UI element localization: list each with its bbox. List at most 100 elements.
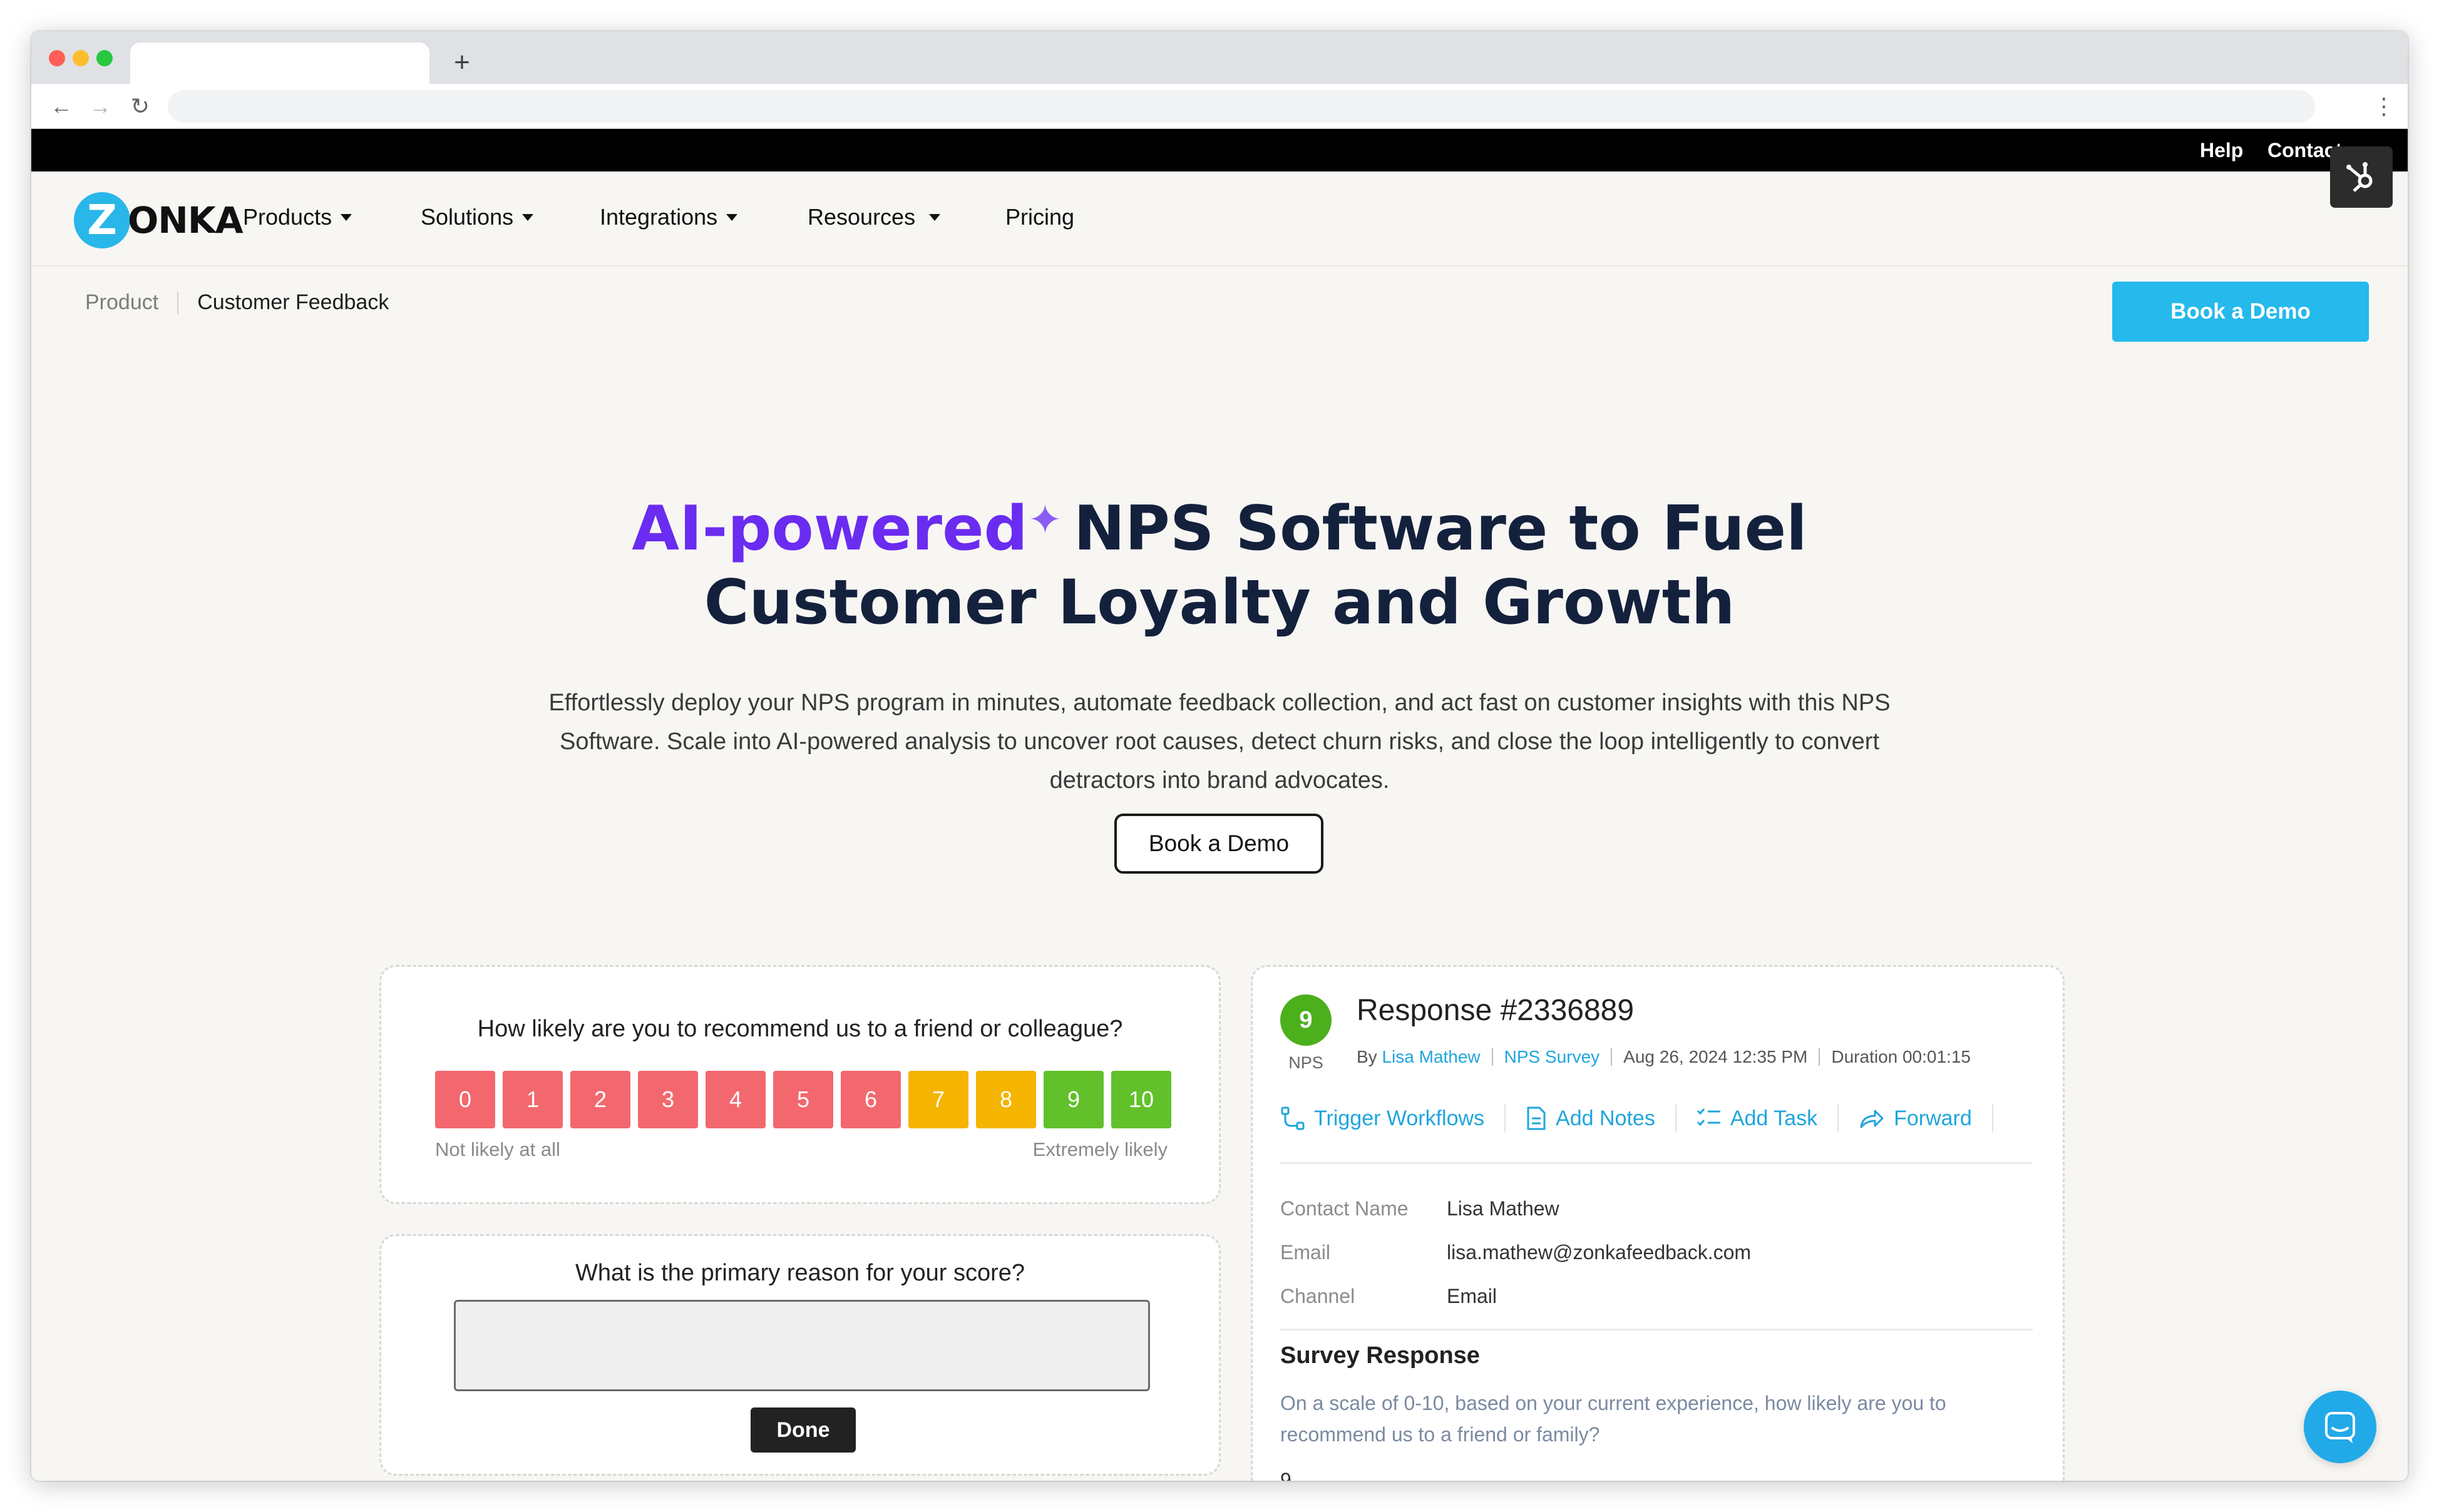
channel-label: Channel [1280,1285,1355,1307]
nps-score-0[interactable]: 0 [435,1071,495,1128]
reload-icon[interactable]: ↻ [123,89,158,124]
add-task-button[interactable]: Add Task [1697,1106,1817,1131]
nav-solutions[interactable]: Solutions [421,204,534,230]
chevron-down-icon [341,213,352,221]
add-task-label: Add Task [1730,1106,1818,1130]
email-row: Email lisa.mathew@zonkafeedback.com [1280,1241,1751,1264]
done-button[interactable]: Done [751,1407,856,1453]
action-separator [1504,1105,1506,1132]
hubspot-icon[interactable] [2330,146,2393,208]
nps-score-1[interactable]: 1 [503,1071,563,1128]
page-title: AI-powered✦ NPS Software to Fuel Customer… [31,492,2408,640]
forward-label: Forward [1894,1106,1972,1130]
maximize-window-button[interactable] [96,50,113,66]
chevron-down-icon [929,213,941,221]
chat-icon [2325,1412,2355,1443]
logo-mark: Z [74,192,130,248]
breadcrumb-product[interactable]: Product [85,290,158,315]
email-label: Email [1280,1241,1331,1264]
reason-question: What is the primary reason for your scor… [575,1260,1025,1286]
nps-score-9[interactable]: 9 [1044,1071,1104,1128]
add-notes-button[interactable]: Add Notes [1526,1106,1655,1131]
action-separator [1991,1105,1993,1132]
nps-question: How likely are you to recommend us to a … [477,1016,1123,1042]
response-title: Response #2336889 [1357,994,1635,1027]
nav-solutions-label: Solutions [421,204,514,230]
forward-button[interactable]: Forward [1859,1106,1972,1131]
minimize-window-button[interactable] [73,50,89,66]
contact-name-label: Contact Name [1280,1197,1409,1220]
help-link[interactable]: Help [2200,139,2243,162]
nps-score-7[interactable]: 7 [908,1071,968,1128]
nps-score-3[interactable]: 3 [638,1071,698,1128]
nps-score-2[interactable]: 2 [570,1071,630,1128]
book-demo-hero-button[interactable]: Book a Demo [1114,814,1323,874]
survey-response-answer: 9 [1280,1469,1291,1481]
nps-question-card: How likely are you to recommend us to a … [379,965,1221,1204]
reason-question-card: What is the primary reason for your scor… [379,1234,1221,1476]
scale-high-label: Extremely likely [1032,1138,1168,1160]
browser-toolbar: ← → ↻ ⋮ [31,84,2408,129]
nav-resources-label: Resources [808,204,916,230]
nav-products[interactable]: Products [243,204,352,230]
response-actions: Trigger Workflows Add Notes Add Task For… [1280,1105,2013,1132]
nps-score-8[interactable]: 8 [976,1071,1036,1128]
meta-separator [1819,1048,1820,1066]
channel-value: Email [1447,1285,1497,1307]
hubspot-sprocket-icon [2346,162,2373,192]
breadcrumb-separator [177,291,179,314]
survey-link[interactable]: NPS Survey [1504,1047,1600,1067]
nps-scale: 0 1 2 3 4 5 6 7 8 9 10 [435,1071,1179,1128]
contact-name-value: Lisa Mathew [1447,1197,1559,1220]
scale-low-label: Not likely at all [435,1138,560,1160]
survey-response-title: Survey Response [1280,1342,1480,1369]
contact-name-row: Contact Name Lisa Mathew [1280,1197,1559,1220]
channel-row: Channel Email [1280,1285,1497,1308]
nps-score-6[interactable]: 6 [841,1071,901,1128]
nav-products-label: Products [243,204,332,230]
reason-textarea[interactable] [454,1300,1150,1391]
nav-integrations[interactable]: Integrations [600,204,738,230]
address-bar[interactable] [168,90,2315,123]
breadcrumb-current: Customer Feedback [197,290,389,314]
nav-pricing[interactable]: Pricing [1005,204,1074,230]
title-line-2: Customer Loyalty and Growth [704,567,1735,638]
nav-resources[interactable]: Resources [808,204,941,230]
nps-score-label: NPS [1288,1053,1323,1072]
browser-menu-icon[interactable]: ⋮ [2371,89,2396,124]
survey-response-question: On a scale of 0-10, based on your curren… [1280,1392,1946,1446]
author-link[interactable]: Lisa Mathew [1382,1047,1480,1067]
response-date: Aug 26, 2024 12:35 PM [1623,1047,1808,1066]
hero-subtitle: Effortlessly deploy your NPS program in … [548,690,1891,794]
nps-score-10[interactable]: 10 [1111,1071,1171,1128]
nps-score-badge: 9 [1280,994,1332,1046]
nps-score-5[interactable]: 5 [773,1071,833,1128]
web-page: Help Contact Z ONKA Products Solutions I… [31,129,2408,1481]
chevron-down-icon [726,213,738,221]
book-demo-header-button[interactable]: Book a Demo [2112,282,2369,342]
divider [1280,1329,2033,1331]
by-label: By [1357,1047,1377,1066]
task-list-icon [1697,1108,1720,1126]
add-notes-label: Add Notes [1556,1106,1655,1130]
new-tab-button[interactable]: + [444,45,480,80]
site-header: Z ONKA Products Solutions Integrations R… [31,171,2408,267]
forward-arrow-icon[interactable]: → [83,89,118,124]
forward-arrow-icon [1860,1110,1884,1128]
zonka-logo[interactable]: Z ONKA [74,190,244,250]
workflow-icon [1281,1106,1305,1130]
title-highlight: AI-powered [632,493,1028,564]
close-window-button[interactable] [49,50,65,66]
back-arrow-icon[interactable]: ← [44,89,79,124]
meta-separator [1491,1048,1493,1066]
chat-launcher-button[interactable] [2304,1391,2376,1463]
browser-tab-bar: + [31,31,2408,84]
browser-tab[interactable] [130,43,429,84]
trigger-workflows-button[interactable]: Trigger Workflows [1280,1106,1484,1131]
chevron-down-icon [522,213,534,221]
nps-score-4[interactable]: 4 [706,1071,766,1128]
nav-pricing-label: Pricing [1005,204,1075,230]
response-meta: By Lisa Mathew NPS Survey Aug 26, 2024 1… [1357,1047,1971,1067]
email-value: lisa.mathew@zonkafeedback.com [1447,1241,1752,1264]
title-line-1: NPS Software to Fuel [1074,493,1807,564]
